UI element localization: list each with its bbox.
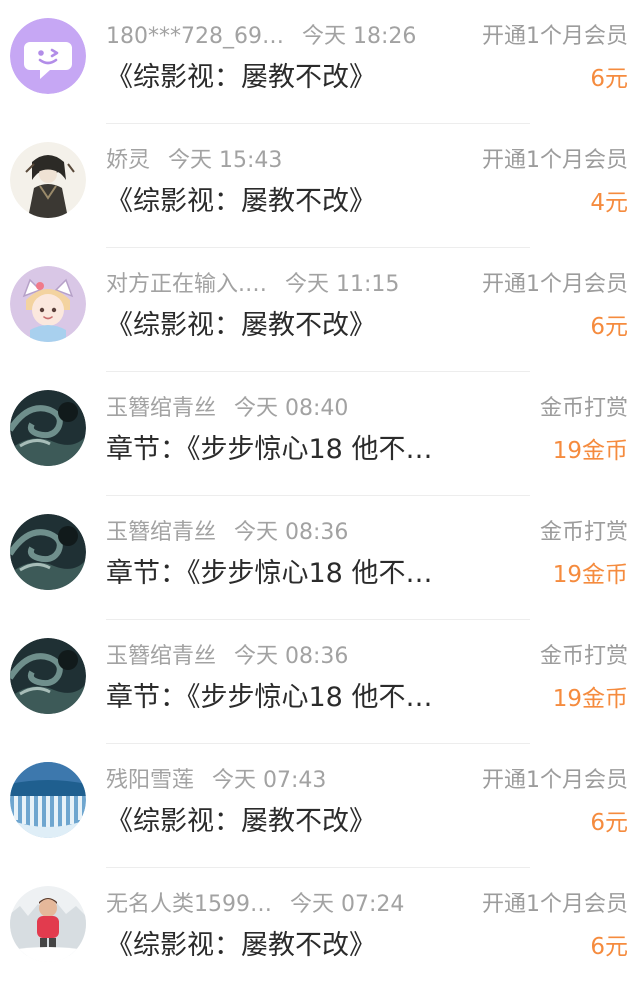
username: 对方正在输入.… [106, 272, 267, 297]
list-item[interactable]: 玉簪绾青丝 今天 08:36 金币打赏 章节：《步步惊心18 他不… 19金币 [0, 496, 640, 620]
avatar[interactable] [10, 266, 86, 342]
item-title: 《综影视：屡教不改》 [106, 186, 376, 217]
item-meta: 对方正在输入.… 今天 11:15 [106, 270, 399, 300]
transaction-type: 金币打赏 [539, 520, 628, 545]
avatar[interactable] [10, 18, 86, 94]
timestamp: 今天 08:36 [234, 520, 349, 545]
avatar[interactable] [10, 638, 86, 714]
item-meta: 180***728_69… 今天 18:26 [106, 22, 416, 52]
item-title: 章节：《步步惊心18 他不… [106, 434, 433, 465]
item-title: 《综影视：屡教不改》 [106, 930, 376, 961]
list-item[interactable]: 玉簪绾青丝 今天 08:36 金币打赏 章节：《步步惊心18 他不… 19金币 [0, 620, 640, 744]
username: 残阳雪莲 [106, 768, 195, 793]
item-title: 《综影视：屡教不改》 [106, 310, 376, 341]
amount: 6元 [590, 314, 628, 340]
item-title: 《综影视：屡教不改》 [106, 62, 376, 93]
item-meta: 娇灵 今天 15:43 [106, 146, 282, 176]
transaction-type: 开通1个月会员 [482, 24, 628, 49]
item-title: 《综影视：屡教不改》 [106, 806, 376, 837]
timestamp: 今天 18:26 [301, 24, 417, 49]
amount: 4元 [590, 190, 628, 216]
amount: 6元 [590, 66, 628, 92]
item-meta: 玉簪绾青丝 今天 08:40 [106, 394, 348, 424]
amount: 6元 [590, 810, 628, 836]
avatar[interactable] [10, 390, 86, 466]
username: 玉簪绾青丝 [106, 396, 217, 421]
amount: 19金币 [552, 438, 628, 464]
list-item[interactable]: 玉簪绾青丝 今天 08:40 金币打赏 章节：《步步惊心18 他不… 19金币 [0, 372, 640, 496]
transaction-list: 180***728_69… 今天 18:26 开通1个月会员 《综影视：屡教不改》… [0, 0, 640, 981]
amount: 19金币 [552, 562, 628, 588]
list-item[interactable]: 残阳雪莲 今天 07:43 开通1个月会员 《综影视：屡教不改》 6元 [0, 744, 640, 868]
item-title: 章节：《步步惊心18 他不… [106, 682, 433, 713]
anime-character-avatar-icon [10, 142, 86, 218]
ocean-wave-avatar-icon [10, 514, 86, 590]
list-item[interactable]: 娇灵 今天 15:43 开通1个月会员 《综影视：屡教不改》 4元 [0, 124, 640, 248]
username: 180***728_69… [106, 24, 284, 49]
transaction-type: 金币打赏 [539, 396, 628, 421]
transaction-type: 开通1个月会员 [482, 892, 628, 917]
timestamp: 今天 07:43 [212, 768, 327, 793]
item-meta: 残阳雪莲 今天 07:43 [106, 766, 326, 796]
avatar[interactable] [10, 762, 86, 838]
amount: 19金币 [552, 686, 628, 712]
timestamp: 今天 07:24 [290, 892, 405, 917]
transaction-type: 开通1个月会员 [482, 148, 628, 173]
timestamp: 今天 08:36 [234, 644, 349, 669]
avatar[interactable] [10, 142, 86, 218]
list-item[interactable]: 无名人类1599… 今天 07:24 开通1个月会员 《综影视：屡教不改》 6元 [0, 868, 640, 981]
item-meta: 无名人类1599… 今天 07:24 [106, 890, 404, 920]
ocean-wave-avatar-icon [10, 390, 86, 466]
timestamp: 今天 11:15 [285, 272, 400, 297]
cat-ear-girl-avatar-icon [10, 266, 86, 342]
username: 玉簪绾青丝 [106, 520, 217, 545]
username: 无名人类1599… [106, 892, 272, 917]
list-item[interactable]: 180***728_69… 今天 18:26 开通1个月会员 《综影视：屡教不改》… [0, 0, 640, 124]
transaction-type: 金币打赏 [539, 644, 628, 669]
item-title: 章节：《步步惊心18 他不… [106, 558, 433, 589]
waterfall-avatar-icon [10, 762, 86, 838]
amount: 6元 [590, 934, 628, 960]
child-in-snow-avatar-icon [10, 886, 86, 962]
avatar[interactable] [10, 886, 86, 962]
timestamp: 今天 15:43 [168, 148, 283, 173]
transaction-type: 开通1个月会员 [482, 768, 628, 793]
item-meta: 玉簪绾青丝 今天 08:36 [106, 642, 348, 672]
ocean-wave-avatar-icon [10, 638, 86, 714]
username: 娇灵 [106, 148, 151, 173]
timestamp: 今天 08:40 [234, 396, 349, 421]
list-item[interactable]: 对方正在输入.… 今天 11:15 开通1个月会员 《综影视：屡教不改》 6元 [0, 248, 640, 372]
transaction-type: 开通1个月会员 [482, 272, 628, 297]
username: 玉簪绾青丝 [106, 644, 217, 669]
chat-bubble-icon [10, 18, 86, 94]
item-meta: 玉簪绾青丝 今天 08:36 [106, 518, 348, 548]
avatar[interactable] [10, 514, 86, 590]
